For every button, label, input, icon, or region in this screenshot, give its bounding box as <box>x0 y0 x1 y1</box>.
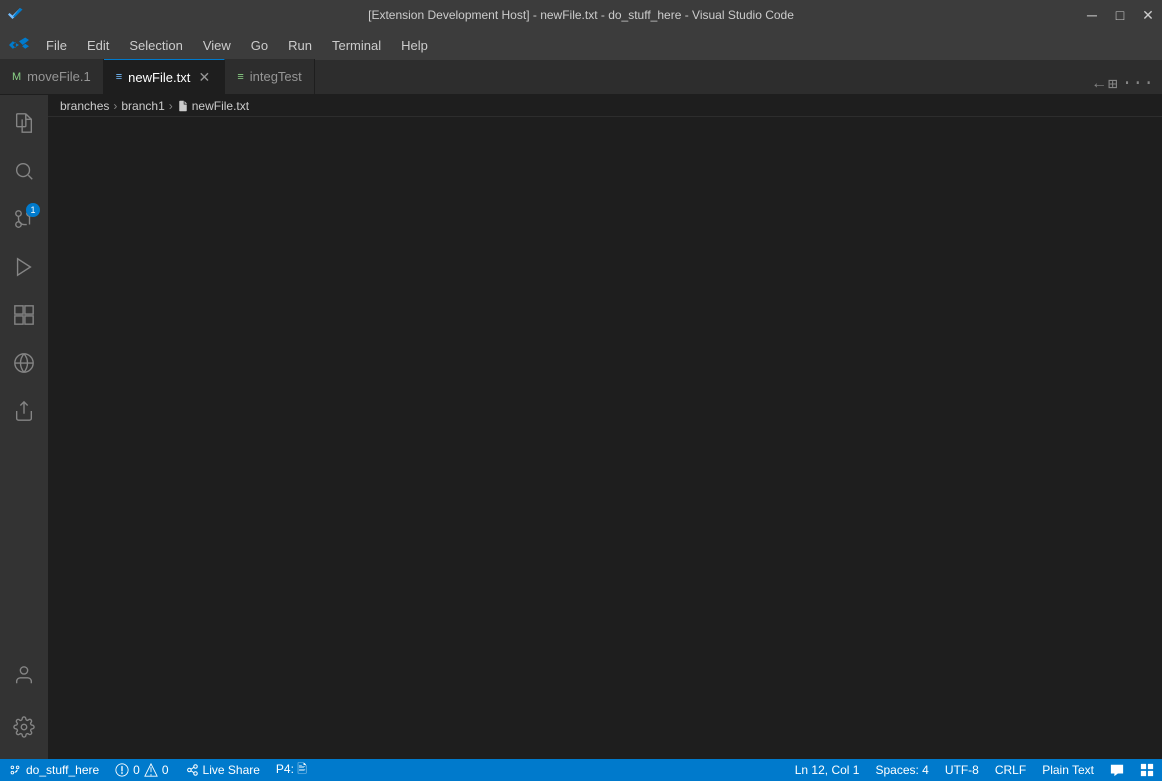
tab-movefile[interactable]: M moveFile.1 <box>0 59 104 94</box>
activity-accounts[interactable] <box>0 651 48 699</box>
status-layout[interactable] <box>1132 759 1162 781</box>
status-encoding[interactable]: UTF-8 <box>937 759 987 781</box>
menu-run[interactable]: Run <box>280 36 320 55</box>
line-ending-label: CRLF <box>995 763 1026 777</box>
warning-count: 0 <box>162 763 169 777</box>
tab-integtest[interactable]: ≡ integTest <box>225 59 314 94</box>
status-line-ending[interactable]: CRLF <box>987 759 1034 781</box>
status-cursor[interactable]: Ln 12, Col 1 <box>787 759 868 781</box>
tab-icon-movefile: M <box>12 71 21 83</box>
tab-close-newfile[interactable]: ✕ <box>196 69 212 85</box>
editor-actions: ← ⊞ ··· <box>1086 74 1162 94</box>
tab-icon-newfile: ≡ <box>116 71 122 83</box>
activity-bar: 1 <box>0 95 48 759</box>
maximize-button[interactable]: □ <box>1114 9 1126 21</box>
activity-search[interactable] <box>0 147 48 195</box>
breadcrumb-branches[interactable]: branches <box>60 99 109 113</box>
menu-terminal[interactable]: Terminal <box>324 36 389 55</box>
title-bar: [Extension Development Host] - newFile.t… <box>0 0 1162 30</box>
activity-run-debug[interactable] <box>0 243 48 291</box>
activity-remote-explorer[interactable] <box>0 339 48 387</box>
main-layout: 1 <box>0 95 1162 759</box>
cursor-position: Ln 12, Col 1 <box>795 763 860 777</box>
breadcrumb: branches › branch1 › newFile.txt <box>48 95 1162 117</box>
nav-back-button[interactable]: ← <box>1094 75 1104 93</box>
breadcrumb-file[interactable]: newFile.txt <box>177 99 249 113</box>
live-share-label: Live Share <box>203 763 260 777</box>
activity-explorer[interactable] <box>0 99 48 147</box>
breadcrumb-sep-1: › <box>113 99 117 113</box>
more-actions-button[interactable]: ··· <box>1122 74 1154 94</box>
status-errors[interactable]: 0 0 <box>107 759 176 781</box>
tab-label-newfile: newFile.txt <box>128 70 190 85</box>
menu-edit[interactable]: Edit <box>79 36 117 55</box>
activity-settings[interactable] <box>0 703 48 751</box>
close-button[interactable]: ✕ <box>1142 9 1154 21</box>
code-content[interactable] <box>98 121 1148 755</box>
encoding-label: UTF-8 <box>945 763 979 777</box>
activity-source-control[interactable]: 1 <box>0 195 48 243</box>
editor-area: branches › branch1 › newFile.txt <box>48 95 1162 759</box>
menu-help[interactable]: Help <box>393 36 436 55</box>
menu-selection[interactable]: Selection <box>121 36 190 55</box>
menu-view[interactable]: View <box>195 36 239 55</box>
activity-extensions[interactable] <box>0 291 48 339</box>
status-branch[interactable]: do_stuff_here <box>0 759 107 781</box>
scrollbar[interactable] <box>1148 121 1162 755</box>
status-bar-left: do_stuff_here 0 0 Live Share P4: 🖹 <box>0 759 315 781</box>
code-editor[interactable] <box>48 117 1162 759</box>
tab-newfile[interactable]: ≡ newFile.txt ✕ <box>104 59 226 94</box>
minimize-button[interactable]: ─ <box>1086 9 1098 21</box>
status-position-indicator[interactable]: P4: 🖹 <box>268 759 315 781</box>
status-spaces[interactable]: Spaces: 4 <box>867 759 936 781</box>
menu-go[interactable]: Go <box>243 36 276 55</box>
tab-bar: M moveFile.1 ≡ newFile.txt ✕ ≡ integTest… <box>0 60 1162 95</box>
error-count: 0 <box>133 763 140 777</box>
title-bar-controls: ─ □ ✕ <box>1086 9 1154 21</box>
spaces-label: Spaces: 4 <box>875 763 928 777</box>
vscode-logo <box>8 7 24 23</box>
source-control-badge: 1 <box>26 203 40 217</box>
breadcrumb-branch1[interactable]: branch1 <box>121 99 164 113</box>
status-bar-right: Ln 12, Col 1 Spaces: 4 UTF-8 CRLF Plain … <box>787 759 1162 781</box>
tab-label-integtest: integTest <box>250 69 302 84</box>
line-numbers <box>48 121 98 755</box>
status-language[interactable]: Plain Text <box>1034 759 1102 781</box>
breadcrumb-sep-2: › <box>169 99 173 113</box>
language-label: Plain Text <box>1042 763 1094 777</box>
editor-layout-button[interactable]: ⊞ <box>1108 74 1118 94</box>
tab-label-movefile: moveFile.1 <box>27 69 91 84</box>
status-bar: do_stuff_here 0 0 Live Share P4: 🖹 <box>0 759 1162 781</box>
title-bar-title: [Extension Development Host] - newFile.t… <box>368 8 794 22</box>
status-live-share[interactable]: Live Share <box>177 759 268 781</box>
position-label: P4: 🖹 <box>276 760 307 781</box>
menu-bar: File Edit Selection View Go Run Terminal… <box>0 30 1162 60</box>
activity-liveshare[interactable] <box>0 387 48 435</box>
vscode-icon <box>8 34 30 56</box>
activity-bottom <box>0 651 48 759</box>
tab-icon-integtest: ≡ <box>237 71 243 83</box>
branch-name: do_stuff_here <box>26 763 99 777</box>
status-feedback[interactable] <box>1102 759 1132 781</box>
menu-file[interactable]: File <box>38 36 75 55</box>
